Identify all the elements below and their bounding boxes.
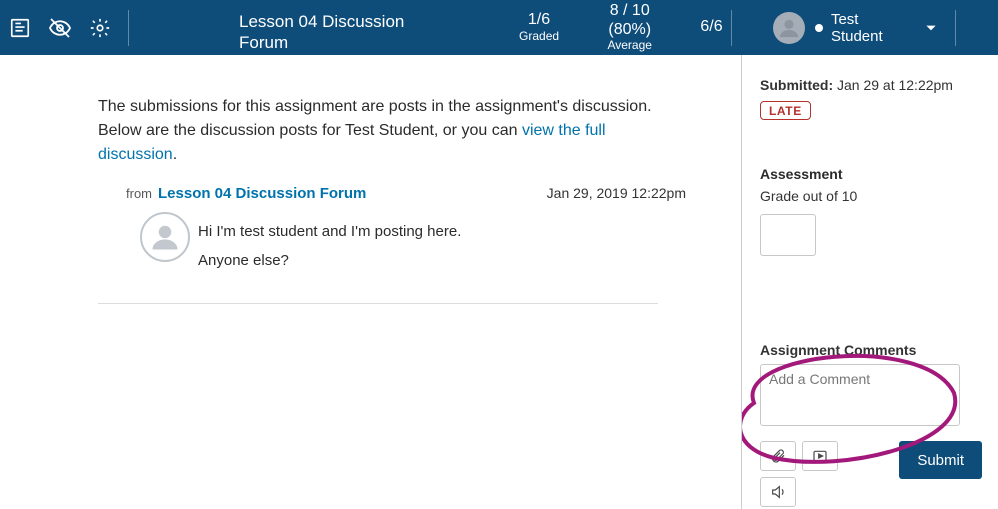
post-line: Anyone else? [198, 247, 461, 276]
intro-text: The submissions for this assignment are … [98, 95, 668, 167]
post-avatar-icon [140, 212, 190, 262]
grade-input[interactable] [760, 214, 816, 256]
media-comment-icon[interactable] [802, 441, 838, 471]
comment-textarea[interactable] [760, 364, 960, 426]
grading-sidebar: Submitted: Jan 29 at 12:22pm LATE Assess… [741, 55, 998, 509]
divider [731, 10, 732, 46]
grade-label: Grade out of 10 [760, 188, 982, 204]
late-badge: LATE [760, 101, 811, 120]
stat-graded: 1/6 Graded [519, 11, 559, 43]
assignment-title[interactable]: Lesson 04 Discussion Forum [141, 0, 495, 53]
divider [955, 10, 956, 46]
header-stats: 1/6 Graded 8 / 10 (80%) Average 6/6 [519, 2, 723, 53]
student-selector[interactable]: Test Student [763, 11, 919, 45]
divider [128, 10, 129, 46]
prev-student-arrow[interactable] [740, 16, 764, 40]
post-date: Jan 29, 2019 12:22pm [547, 185, 686, 201]
mute-icon[interactable] [44, 12, 76, 44]
student-dropdown-chevron[interactable] [919, 16, 943, 40]
discussion-post: Hi I'm test student and I'm posting here… [98, 212, 701, 275]
status-dot-icon [815, 24, 823, 32]
divider [98, 303, 658, 304]
post-header: from Lesson 04 Discussion Forum Jan 29, … [98, 185, 686, 202]
settings-icon[interactable] [84, 12, 116, 44]
submit-comment-button[interactable]: Submit [899, 441, 982, 479]
next-student-arrow[interactable] [964, 16, 988, 40]
attach-file-icon[interactable] [760, 441, 796, 471]
assignment-due: Due: Apr 24, 2017 at 11:59pm - Shar sand… [141, 53, 495, 67]
stat-count: 6/6 [700, 18, 722, 36]
assignment-title-block: Lesson 04 Discussion Forum Due: Apr 24, … [137, 0, 495, 67]
comments-heading: Assignment Comments [760, 342, 982, 358]
stat-average: 8 / 10 (80%) Average [587, 2, 672, 53]
audio-comment-icon[interactable] [760, 477, 796, 507]
submission-content: The submissions for this assignment are … [0, 55, 741, 509]
gradebook-icon[interactable] [4, 12, 36, 44]
post-line: Hi I'm test student and I'm posting here… [198, 218, 461, 247]
submitted-line: Submitted: Jan 29 at 12:22pm [760, 77, 982, 93]
discussion-source-link[interactable]: Lesson 04 Discussion Forum [158, 185, 366, 202]
speedgrader-topbar: Lesson 04 Discussion Forum Due: Apr 24, … [0, 0, 998, 55]
student-avatar-icon [773, 12, 805, 44]
from-label: from [126, 186, 152, 201]
assessment-heading: Assessment [760, 166, 982, 182]
student-name: Test Student [831, 11, 913, 45]
